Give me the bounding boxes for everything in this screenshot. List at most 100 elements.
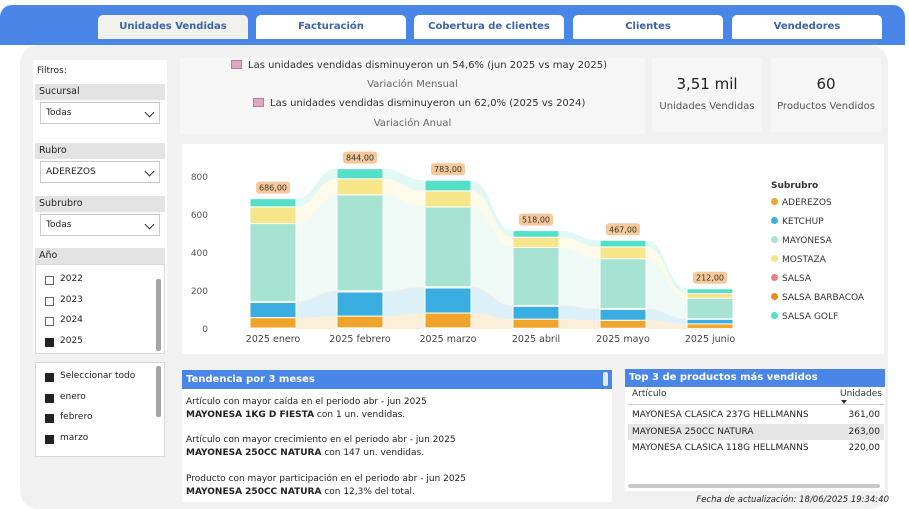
bar-segment (686, 297, 734, 320)
rubro-label: Rubro (35, 143, 165, 159)
bar-segment (424, 312, 472, 329)
legend-item[interactable]: SALSA (771, 274, 811, 284)
legend-title: Subrubro (771, 181, 819, 191)
legend-item[interactable]: SALSA BARBACOA (771, 293, 864, 303)
mensual-label: Variación Mensual (367, 79, 458, 90)
flag-icon (253, 98, 264, 107)
x-tick-label: 2025 febrero (329, 334, 391, 345)
legend-label: MOSTAZA (782, 255, 826, 265)
bar-segment (512, 236, 560, 248)
legend-label: KETCHUP (782, 217, 824, 227)
y-tick-label: 600 (191, 211, 208, 221)
legend-item[interactable]: ADEREZOS (771, 198, 832, 208)
checkbox[interactable] (45, 414, 54, 423)
checkbox[interactable] (45, 338, 54, 347)
col-unidades[interactable]: Unidades (840, 389, 882, 399)
mensual-text: Las unidades vendidas disminuyeron un 54… (231, 59, 607, 71)
tab-unidades-vendidas[interactable]: Unidades Vendidas (98, 15, 248, 39)
bar-segment (686, 292, 734, 299)
subrubro-dropdown[interactable]: Todas (40, 214, 160, 236)
checkbox[interactable] (45, 435, 54, 444)
legend-label: ADEREZOS (782, 198, 832, 208)
flag-icon (231, 60, 242, 69)
meses-scrollbar[interactable] (156, 366, 161, 417)
rubro-dropdown[interactable]: ADEREZOS (40, 161, 160, 183)
anio-scrollbar[interactable] (156, 279, 161, 351)
sucursal-dropdown[interactable]: Todas (40, 102, 160, 124)
bar-segment (512, 230, 560, 238)
legend-label: MAYONESA (782, 236, 832, 246)
tendencia-item-crecimiento: Artículo con mayor crecimiento en el per… (182, 434, 610, 467)
y-tick-label: 200 (191, 287, 208, 297)
anual-label: Variación Anual (373, 118, 452, 129)
legend-item[interactable]: SALSA GOLF (771, 312, 838, 322)
legend-dot-icon (771, 293, 778, 300)
top3-row[interactable]: MAYONESA CLASICA 237G HELLMANNS 361,00 (628, 407, 884, 423)
legend-dot-icon (771, 312, 778, 319)
tab-facturacion[interactable]: Facturación (256, 15, 406, 39)
productos-value: 60 (816, 75, 836, 93)
total-label: 518,00 (522, 216, 550, 225)
checkbox[interactable] (45, 297, 54, 306)
filters-title: Filtros: (37, 66, 67, 76)
bar-segment (686, 288, 734, 294)
productos-card: 60 Productos Vendidos (771, 58, 881, 132)
top3-row[interactable]: MAYONESA CLASICA 118G HELLMANNS 220,00 (628, 440, 884, 456)
col-articulo[interactable]: Artículo (632, 389, 667, 399)
bar-segment (336, 291, 384, 317)
chevron-down-icon (144, 166, 155, 177)
top3-title: Top 3 de productos más vendidos (625, 369, 885, 387)
unidades-card: 3,51 mil Unidades Vendidas (652, 58, 762, 132)
legend-item[interactable]: KETCHUP (771, 217, 824, 227)
total-label: 686,00 (259, 184, 287, 193)
bar-segment (512, 318, 560, 329)
legend-label: SALSA (782, 274, 812, 284)
unidades-value: 3,51 mil (676, 75, 738, 93)
bar-segment (249, 206, 297, 225)
bar-segment (336, 168, 384, 180)
y-tick-label: 800 (191, 173, 208, 183)
bar-segment (599, 239, 647, 248)
chevron-down-icon (144, 107, 155, 118)
tendencia-item-participacion: Producto con mayor participación en el p… (182, 473, 610, 502)
rubro-value: ADEREZOS (46, 167, 96, 177)
legend-item[interactable]: MOSTAZA (771, 255, 826, 265)
checkbox[interactable] (45, 317, 54, 326)
bar-segment (249, 223, 297, 302)
bar-segment (686, 323, 734, 330)
checkbox[interactable] (45, 276, 54, 285)
bar-segment (599, 258, 647, 309)
x-tick-label: 2025 abril (512, 334, 560, 345)
bar-segment (424, 206, 472, 288)
tendencia-scrollbar[interactable] (603, 372, 608, 386)
productos-label: Productos Vendidos (777, 101, 875, 112)
legend-dot-icon (771, 198, 778, 205)
bar-segment (424, 190, 472, 208)
sucursal-label: Sucursal (35, 84, 165, 100)
bar-segment (599, 319, 647, 329)
top3-hscrollbar[interactable] (628, 484, 880, 488)
anio-label: Año (35, 248, 165, 264)
chevron-down-icon (144, 219, 155, 230)
y-tick-label: 400 (191, 249, 208, 259)
checkbox[interactable] (45, 373, 54, 382)
bar-segment (599, 308, 647, 321)
legend-dot-icon (771, 217, 778, 224)
bar-segment (336, 315, 384, 329)
tab-clientes[interactable]: Clientes (573, 15, 723, 39)
bar-segment (336, 194, 384, 292)
tendencia-item-caida: Artículo con mayor caída en el periodo a… (182, 396, 610, 429)
bar-segment (599, 246, 647, 260)
bar-segment (336, 178, 384, 196)
x-tick-label: 2025 mayo (596, 334, 650, 345)
bar-segment (249, 198, 297, 208)
anual-text: Las unidades vendidas disminuyeron un 62… (253, 97, 585, 109)
checkbox[interactable] (45, 394, 54, 403)
anio-slicer (35, 264, 165, 354)
tendencia-title: Tendencia por 3 meses (182, 370, 612, 389)
legend-dot-icon (771, 274, 778, 281)
tab-cobertura-clientes[interactable]: Cobertura de clientes (414, 15, 564, 39)
top3-row[interactable]: MAYONESA 250CC NATURA 263,00 (628, 424, 884, 440)
legend-item[interactable]: MAYONESA (771, 236, 832, 246)
tab-vendedores[interactable]: Vendedores (732, 15, 882, 39)
